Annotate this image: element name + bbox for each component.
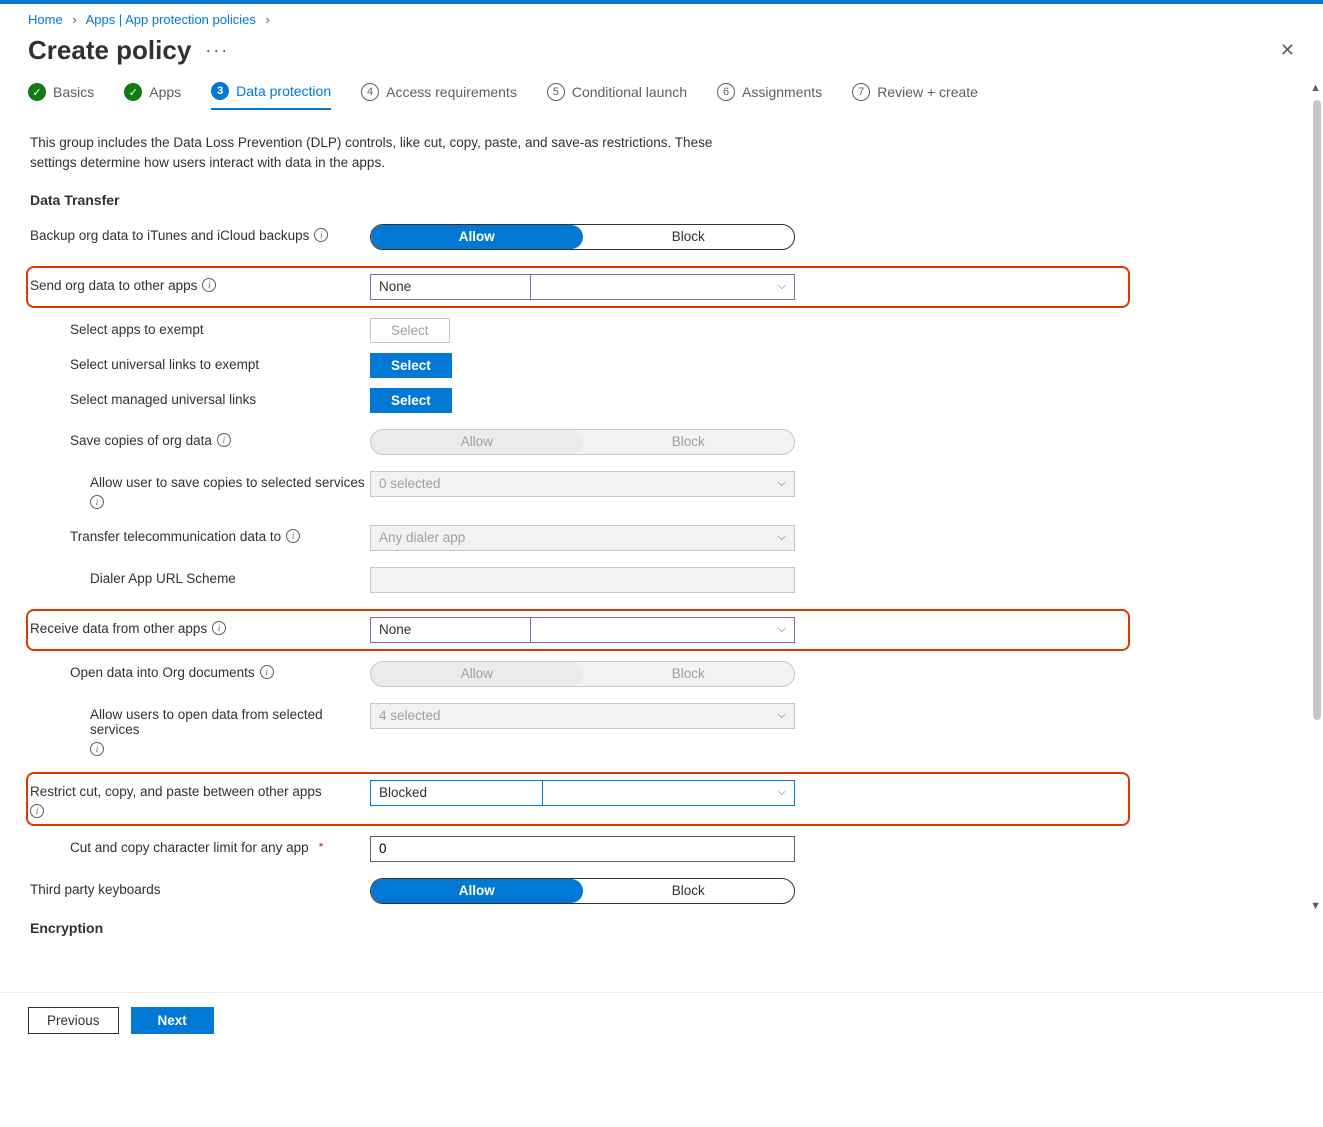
chevron-right-icon: › <box>266 12 270 27</box>
page-title: Create policy <box>28 35 191 66</box>
toggle-allow[interactable]: Allow <box>371 225 583 249</box>
highlight-send-org-data: Send org data to other apps i None ⌵ <box>26 266 1130 308</box>
input-dialer-scheme <box>370 567 795 593</box>
wizard-steps: Basics Apps 3Data protection 4Access req… <box>0 82 1323 111</box>
previous-button[interactable]: Previous <box>28 1007 119 1034</box>
label-allow-save-services: Allow user to save copies to selected se… <box>30 471 370 509</box>
label-select-universal-links: Select universal links to exempt <box>30 353 370 372</box>
step-number-icon: 5 <box>547 83 565 101</box>
close-icon[interactable]: ✕ <box>1280 40 1295 61</box>
step-access-requirements[interactable]: 4Access requirements <box>361 82 517 110</box>
section-title-encryption: Encryption <box>30 920 1130 936</box>
info-icon[interactable]: i <box>202 278 216 292</box>
select-value: None <box>379 622 411 637</box>
chevron-down-icon: ⌵ <box>778 786 786 799</box>
chevron-down-icon: ⌵ <box>778 280 786 293</box>
breadcrumb: Home › Apps | App protection policies › <box>0 4 1323 31</box>
select-restrict-ccp[interactable]: ⌵ <box>542 780 795 806</box>
step-conditional-launch[interactable]: 5Conditional launch <box>547 82 687 110</box>
select-save-services: 0 selected ⌵ <box>370 471 795 497</box>
toggle-save-copies: Allow Block <box>370 429 795 455</box>
section-description: This group includes the Data Loss Preven… <box>30 133 730 174</box>
toggle-allow[interactable]: Allow <box>371 879 583 903</box>
step-basics[interactable]: Basics <box>28 82 94 110</box>
footer: Previous Next <box>0 992 1323 1058</box>
label-select-apps-exempt: Select apps to exempt <box>30 318 370 337</box>
step-review-create[interactable]: 7Review + create <box>852 82 978 110</box>
label-dialer-scheme: Dialer App URL Scheme <box>30 567 370 586</box>
toggle-backup[interactable]: Allow Block <box>370 224 795 250</box>
info-icon[interactable]: i <box>314 228 328 242</box>
toggle-block: Block <box>583 662 795 686</box>
select-value: None <box>379 279 411 294</box>
select-apps-exempt-button: Select <box>370 318 450 343</box>
select-send-org[interactable]: ⌵ <box>530 274 795 300</box>
step-apps[interactable]: Apps <box>124 82 181 110</box>
input-ccp-limit[interactable] <box>370 836 795 862</box>
toggle-block[interactable]: Block <box>583 879 795 903</box>
select-open-services: 4 selected ⌵ <box>370 703 795 729</box>
toggle-block[interactable]: Block <box>583 225 795 249</box>
check-icon <box>124 83 142 101</box>
info-icon[interactable]: i <box>212 621 226 635</box>
select-value: 4 selected <box>379 708 441 723</box>
breadcrumb-home[interactable]: Home <box>28 12 63 27</box>
label-ccp-limit: Cut and copy character limit for any app… <box>30 836 370 855</box>
step-number-icon: 4 <box>361 83 379 101</box>
info-icon[interactable]: i <box>217 433 231 447</box>
scroll-up-icon[interactable]: ▲ <box>1310 82 1321 94</box>
select-value: Blocked <box>379 785 427 800</box>
step-data-protection[interactable]: 3Data protection <box>211 82 331 110</box>
toggle-open-into-org: Allow Block <box>370 661 795 687</box>
step-number-icon: 6 <box>717 83 735 101</box>
toggle-third-party-kb[interactable]: Allow Block <box>370 878 795 904</box>
next-button[interactable]: Next <box>131 1007 214 1034</box>
step-number-icon: 7 <box>852 83 870 101</box>
label-save-copies: Save copies of org data i <box>30 429 370 448</box>
select-restrict-ccp-visible[interactable]: Blocked <box>370 780 542 806</box>
label-restrict-ccp: Restrict cut, copy, and paste between ot… <box>30 780 330 818</box>
chevron-down-icon: ⌵ <box>778 477 786 490</box>
label-send-org-data: Send org data to other apps i <box>30 274 370 293</box>
select-value: 0 selected <box>379 476 441 491</box>
toggle-block: Block <box>583 430 795 454</box>
required-indicator: * <box>319 840 324 854</box>
breadcrumb-apps[interactable]: Apps | App protection policies <box>86 12 256 27</box>
chevron-down-icon: ⌵ <box>778 709 786 722</box>
select-managed-links-button[interactable]: Select <box>370 388 452 413</box>
info-icon[interactable]: i <box>260 665 274 679</box>
toggle-allow: Allow <box>371 430 583 454</box>
label-receive-data: Receive data from other apps i <box>30 617 370 636</box>
label-backup: Backup org data to iTunes and iCloud bac… <box>30 224 370 243</box>
highlight-receive-data: Receive data from other apps i None ⌵ <box>26 609 1130 651</box>
scroll-down-icon[interactable]: ▼ <box>1310 900 1321 912</box>
check-icon <box>28 83 46 101</box>
select-transfer-telecom: Any dialer app ⌵ <box>370 525 795 551</box>
chevron-down-icon: ⌵ <box>778 531 786 544</box>
label-open-into-org: Open data into Org documents i <box>30 661 370 680</box>
label-third-party-kb: Third party keyboards <box>30 878 370 897</box>
highlight-restrict-ccp: Restrict cut, copy, and paste between ot… <box>26 772 1130 826</box>
label-transfer-telecom: Transfer telecommunication data to i <box>30 525 370 544</box>
info-icon[interactable]: i <box>30 804 44 818</box>
label-select-managed-links: Select managed universal links <box>30 388 370 407</box>
scrollbar[interactable] <box>1313 100 1321 720</box>
chevron-down-icon: ⌵ <box>778 623 786 636</box>
section-title-data-transfer: Data Transfer <box>30 192 1130 208</box>
more-menu-icon[interactable]: ··· <box>205 40 229 61</box>
select-value: Any dialer app <box>379 530 465 545</box>
select-universal-links-button[interactable]: Select <box>370 353 452 378</box>
select-receive-data-visible[interactable]: None <box>370 617 530 643</box>
select-receive-data[interactable]: ⌵ <box>530 617 795 643</box>
toggle-allow: Allow <box>371 662 583 686</box>
select-send-org-visible[interactable]: None <box>370 274 530 300</box>
info-icon[interactable]: i <box>286 529 300 543</box>
info-icon[interactable]: i <box>90 495 104 509</box>
chevron-right-icon: › <box>72 12 76 27</box>
step-assignments[interactable]: 6Assignments <box>717 82 822 110</box>
step-number-icon: 3 <box>211 82 229 100</box>
label-allow-open-services: Allow users to open data from selected s… <box>30 703 370 756</box>
info-icon[interactable]: i <box>90 742 104 756</box>
